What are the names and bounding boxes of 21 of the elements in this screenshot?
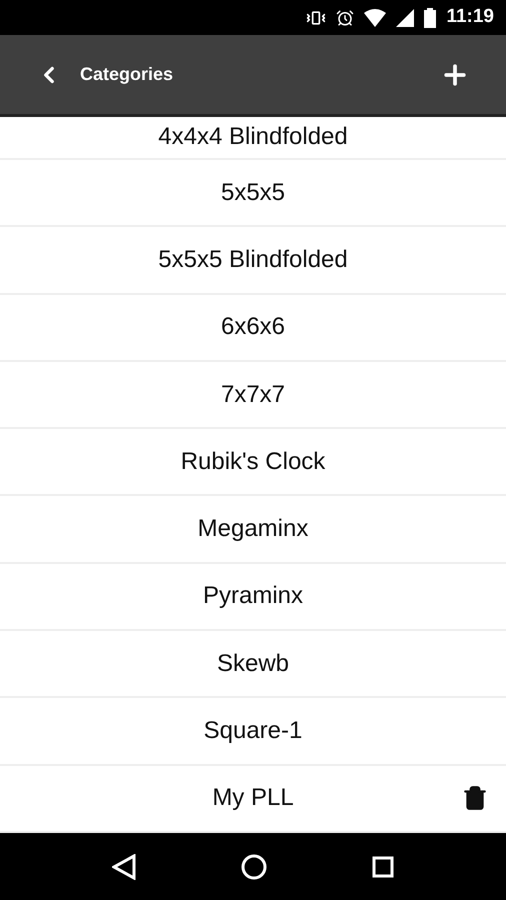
recents-nav-icon[interactable]: [372, 856, 394, 878]
category-item[interactable]: Square-1: [0, 698, 506, 766]
category-item[interactable]: Megaminx: [0, 496, 506, 564]
delete-button[interactable]: [462, 785, 488, 812]
toolbar-title: Categories: [80, 63, 174, 86]
category-item[interactable]: Skewb: [0, 631, 506, 698]
wifi-icon: [364, 8, 386, 26]
home-nav-icon[interactable]: [240, 854, 267, 880]
category-item[interactable]: 7x7x7: [0, 362, 506, 430]
category-item[interactable]: 5x5x5: [0, 160, 506, 228]
signal-icon: [396, 8, 414, 26]
alarm-icon: [336, 8, 354, 26]
category-item[interactable]: 4x4x4 Blindfolded: [0, 117, 506, 160]
category-item[interactable]: 6x6x6: [0, 294, 506, 362]
trash-icon: [462, 785, 488, 812]
battery-icon: [424, 8, 436, 28]
category-item[interactable]: 5x5x5 Blindfolded: [0, 227, 506, 295]
category-item[interactable]: Rubik's Clock: [0, 429, 506, 496]
category-item[interactable]: Pyraminx: [0, 564, 506, 632]
status-time: 11:19: [446, 5, 494, 30]
back-nav-icon[interactable]: [112, 854, 136, 880]
